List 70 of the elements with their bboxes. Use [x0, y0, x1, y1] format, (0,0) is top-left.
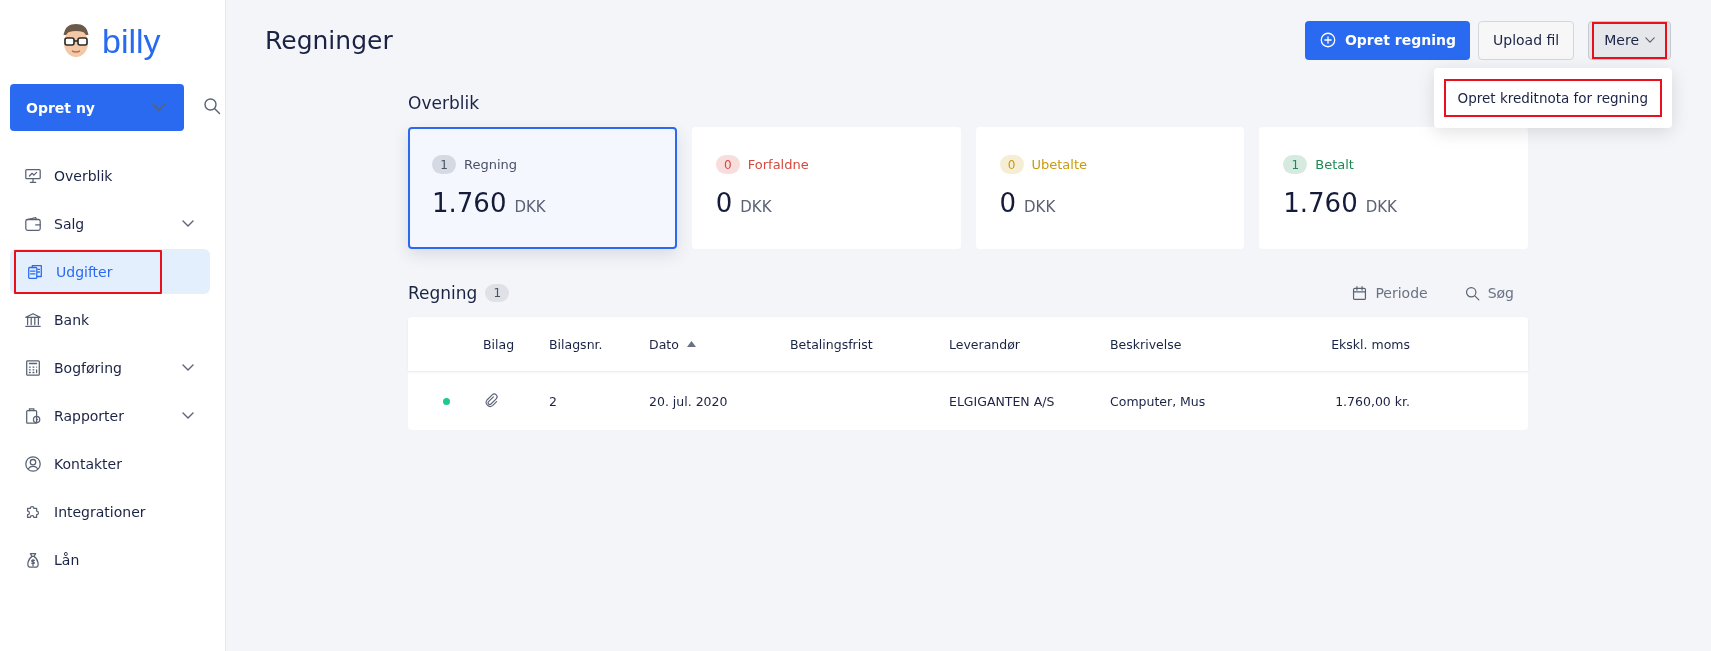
clipboard-icon	[24, 406, 42, 425]
presentation-icon	[24, 166, 42, 185]
card-label: Ubetalte	[1031, 157, 1088, 172]
currency-label: DKK	[740, 198, 772, 216]
sidebar-item[interactable]: Rapporter	[10, 393, 210, 438]
currency-label: DKK	[1365, 198, 1397, 216]
upload-file-button[interactable]: Upload fil	[1478, 20, 1575, 60]
page-title: Regninger	[265, 25, 394, 55]
logo-text: billy	[102, 24, 161, 58]
card-label: Betalt	[1315, 157, 1354, 172]
card-amount: 0	[715, 188, 733, 218]
search-icon	[1463, 284, 1481, 302]
sidebar-item[interactable]: Udgifter	[10, 249, 210, 294]
calendar-icon	[1351, 284, 1369, 302]
card-label: Regning	[464, 157, 518, 172]
create-new-button[interactable]: Opret ny	[10, 84, 184, 131]
chevron-down-icon	[152, 103, 166, 112]
calculator-icon	[24, 358, 42, 377]
sort-ascending-icon	[686, 341, 696, 347]
money-bag-icon	[24, 550, 42, 569]
table-cell-text: 1.760,00 kr.	[1334, 393, 1410, 409]
sidebar-item[interactable]: Integrationer	[10, 489, 210, 534]
count-badge: 1	[485, 284, 509, 302]
documents-icon	[26, 262, 44, 281]
currency-label: DKK	[1024, 198, 1056, 216]
wallet-icon	[24, 214, 42, 233]
bank-icon	[24, 310, 42, 329]
table-cell-text: Computer, Mus	[1110, 393, 1207, 409]
sidebar-item[interactable]: Salg	[10, 201, 210, 246]
count-badge: 1	[1283, 155, 1308, 174]
table-cell-text: 2	[549, 393, 558, 409]
menu-item[interactable]: Opret kreditnota for regning	[1443, 79, 1662, 117]
summary-card[interactable]: 0 Ubetalte 0 DKK	[975, 127, 1245, 249]
paperclip-icon	[483, 391, 499, 408]
sidebar-item[interactable]: Overblik	[10, 153, 210, 198]
count-badge: 1	[432, 155, 456, 174]
table-cell-text: 20. jul. 2020	[649, 393, 729, 409]
summary-card[interactable]: 1 Betalt 1.760 DKK	[1259, 127, 1528, 249]
card-amount: 1.760	[1283, 188, 1358, 218]
sidebar-item[interactable]: Kontakter	[10, 441, 210, 486]
section-title: Regning	[408, 283, 478, 303]
table-cell-text: ELGIGANTEN A/S	[949, 393, 1056, 409]
search-button[interactable]: Søg	[1463, 284, 1514, 302]
card-label: Forfaldne	[747, 157, 809, 172]
period-button[interactable]: Periode	[1351, 284, 1428, 302]
create-bill-button[interactable]: Opret regning	[1304, 20, 1470, 60]
sidebar-item[interactable]: Bogføring	[10, 345, 210, 390]
sidebar-item[interactable]: Bank	[10, 297, 210, 342]
summary-card[interactable]: 1 Regning 1.760 DKK	[408, 127, 677, 249]
column-header[interactable]: Beskrivelse	[1110, 336, 1260, 352]
count-badge: 0	[999, 155, 1024, 174]
column-header[interactable]: Dato	[649, 336, 790, 352]
column-header[interactable]: Bilag	[483, 336, 549, 352]
column-header[interactable]: Ekskl. moms	[1260, 336, 1410, 352]
summary-card[interactable]: 0 Forfaldne 0 DKK	[691, 127, 961, 249]
more-button[interactable]: Mere	[1588, 20, 1671, 60]
plus-circle-icon	[1318, 31, 1337, 49]
chevron-down-icon	[1645, 37, 1655, 43]
search-icon	[202, 95, 222, 116]
sidebar-item[interactable]: Lån	[10, 537, 210, 582]
column-header[interactable]: Leverandør	[949, 336, 1110, 352]
person-icon	[24, 454, 42, 473]
table-row[interactable]: 2 20. jul. 2020 ELGIGANTEN A/S Computer, Mus 1.760,00 kr.	[408, 372, 1528, 430]
section-title: Overblik	[408, 93, 479, 113]
column-header[interactable]: Betalingsfrist	[790, 336, 949, 352]
currency-label: DKK	[514, 198, 546, 216]
count-badge: 0	[715, 155, 740, 174]
card-amount: 0	[999, 188, 1017, 218]
card-amount: 1.760	[432, 188, 507, 218]
column-header[interactable]: Bilagsnr.	[549, 336, 649, 352]
